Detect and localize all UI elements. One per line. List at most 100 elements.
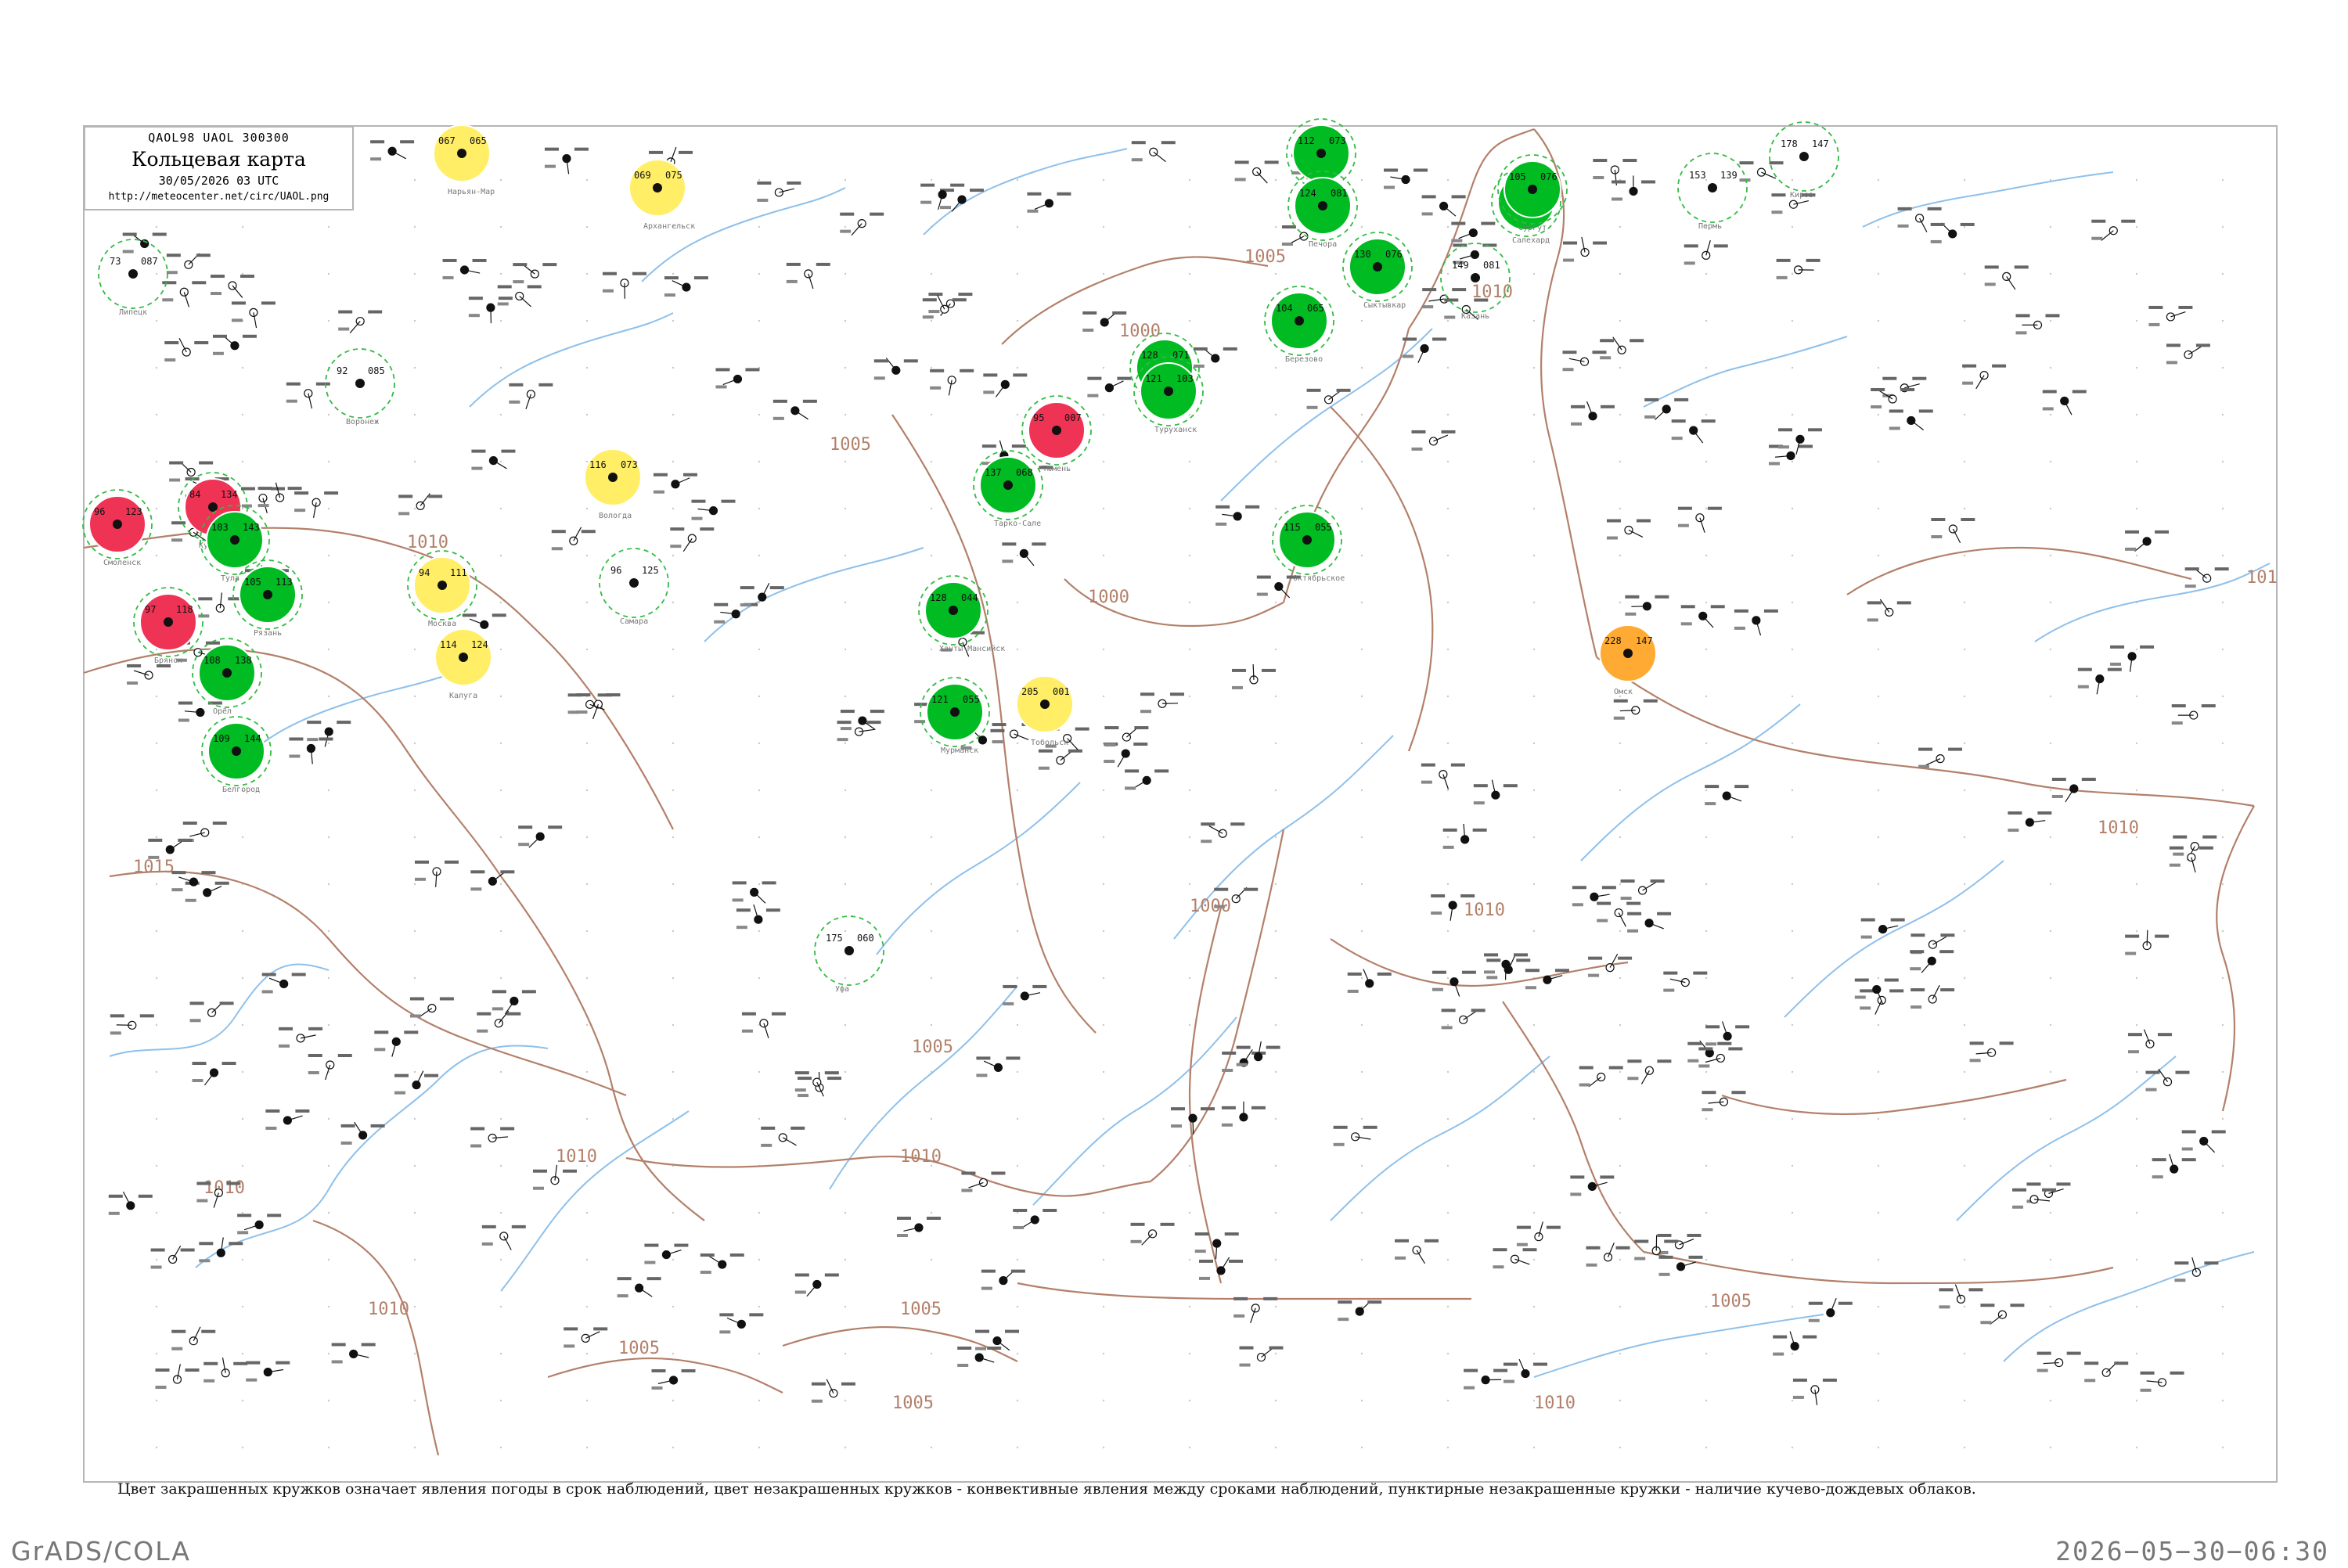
map-frame: [84, 126, 2277, 1482]
graticule-dot: [1447, 179, 1449, 181]
graticule-dot: [586, 789, 588, 791]
isobar-label: 1010: [407, 533, 448, 552]
station-name: Тюмень: [1043, 465, 1071, 473]
graticule-dot: [1792, 179, 1793, 181]
station-temp: 116: [589, 459, 607, 470]
graticule-dot: [1361, 1212, 1363, 1214]
graticule-dot: [1964, 1447, 1965, 1448]
graticule-dot: [1017, 1400, 1018, 1401]
graticule-dot: [844, 1212, 846, 1214]
graticule-dot: [414, 930, 416, 932]
graticule-dot: [844, 320, 846, 322]
graticule-dot: [2050, 743, 2051, 744]
graticule-dot: [1964, 508, 1965, 509]
graticule-dot: [1103, 367, 1104, 369]
graticule-dot: [156, 320, 157, 322]
graticule-dot: [1017, 1118, 1018, 1120]
station-pressure: 139: [1720, 170, 1738, 181]
station-pressure: 087: [141, 256, 158, 267]
graticule-dot: [672, 320, 674, 322]
graticule-dot: [1964, 226, 1965, 228]
station-name: Киров: [1790, 191, 1813, 200]
graticule-dot: [586, 1259, 588, 1261]
graticule-dot: [242, 226, 243, 228]
station-pressure: 144: [244, 733, 261, 744]
isobar-label: 1010: [1534, 1394, 1576, 1413]
graticule-dot: [2222, 414, 2224, 415]
graticule-dot: [2050, 1212, 2051, 1214]
graticule-dot: [844, 1259, 846, 1261]
graticule-dot: [1705, 1306, 1707, 1307]
station-temp: 114: [440, 639, 457, 650]
graticule-dot: [1361, 602, 1363, 603]
graticule-dot: [414, 508, 416, 509]
graticule-dot: [1533, 789, 1535, 791]
graticule-dot: [500, 836, 502, 838]
graticule-dot: [328, 1400, 330, 1401]
graticule-dot: [672, 1447, 674, 1448]
graticule-dot: [844, 977, 846, 979]
graticule-dot: [1275, 508, 1277, 509]
graticule-dot: [156, 1353, 157, 1354]
graticule-dot: [1878, 367, 1879, 369]
graticule-dot: [2222, 1447, 2224, 1448]
graticule-dot: [844, 649, 846, 650]
graticule-dot: [2136, 1212, 2137, 1214]
graticule-dot: [1533, 1447, 1535, 1448]
graticule-dot: [672, 789, 674, 791]
station-temp: 96: [94, 506, 105, 517]
station-name: Омск: [1614, 688, 1633, 696]
graticule-dot: [1964, 320, 1965, 322]
graticule-dot: [758, 273, 760, 275]
graticule-dot: [1533, 883, 1535, 885]
graticule-dot: [414, 1306, 416, 1307]
graticule-dot: [328, 555, 330, 556]
graticule-dot: [156, 414, 157, 415]
graticule-dot: [1103, 1400, 1104, 1401]
graticule-dot: [1361, 461, 1363, 462]
graticule-dot: [2222, 977, 2224, 979]
graticule-dot: [1533, 1071, 1535, 1073]
graticule-dot: [2222, 226, 2224, 228]
graticule-dot: [1878, 273, 1879, 275]
station-temp: 228: [1604, 635, 1622, 646]
graticule-dot: [1447, 1118, 1449, 1120]
graticule-dot: [1275, 1353, 1277, 1354]
graticule-dot: [242, 1306, 243, 1307]
graticule-dot: [1533, 649, 1535, 650]
graticule-dot: [1361, 649, 1363, 650]
station-temp: 115: [1284, 522, 1301, 533]
graticule-dot: [931, 789, 932, 791]
graticule-dot: [1189, 1024, 1190, 1026]
graticule-dot: [414, 367, 416, 369]
graticule-dot: [1878, 1447, 1879, 1448]
graticule-dot: [242, 1353, 243, 1354]
graticule-dot: [1792, 1306, 1793, 1307]
isobar-label: 1005: [1244, 247, 1286, 267]
graticule-dot: [2050, 930, 2051, 932]
graticule-dot: [586, 1353, 588, 1354]
graticule-dot: [1964, 1306, 1965, 1307]
graticule-dot: [844, 696, 846, 697]
graticule-dot: [156, 1212, 157, 1214]
graticule-dot: [1275, 367, 1277, 369]
graticule-dot: [156, 1118, 157, 1120]
graticule-dot: [844, 1071, 846, 1073]
graticule-dot: [672, 602, 674, 603]
graticule-dot: [2050, 1118, 2051, 1120]
graticule-dot: [156, 883, 157, 885]
graticule-dot: [1705, 1259, 1707, 1261]
graticule-dot: [328, 1353, 330, 1354]
graticule-dot: [2136, 1353, 2137, 1354]
graticule-dot: [242, 1447, 243, 1448]
graticule-dot: [1017, 1212, 1018, 1214]
graticule-dot: [1878, 696, 1879, 697]
graticule-dot: [2222, 179, 2224, 181]
graticule-dot: [2050, 883, 2051, 885]
station-pressure: 125: [642, 565, 659, 576]
station-pressure: 143: [243, 522, 260, 533]
graticule-dot: [1533, 602, 1535, 603]
graticule-dot: [931, 930, 932, 932]
graticule-dot: [414, 977, 416, 979]
station-name: Пермь: [1698, 222, 1722, 231]
